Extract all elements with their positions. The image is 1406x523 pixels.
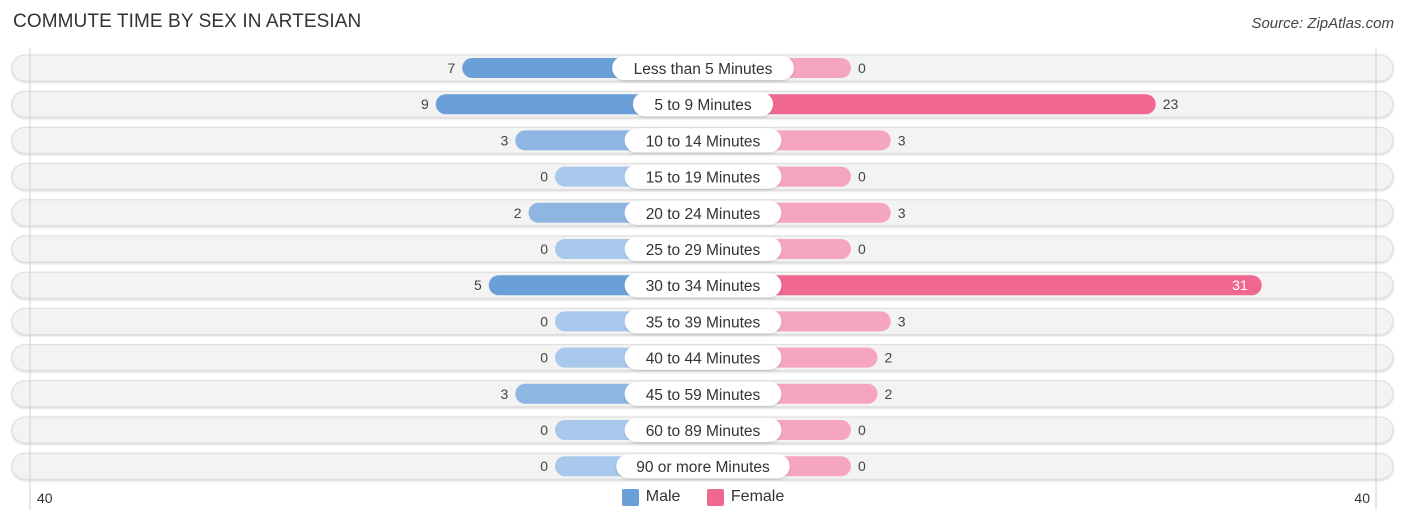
value-label-female: 0 bbox=[858, 241, 866, 257]
value-label-male: 0 bbox=[540, 422, 548, 438]
value-label-male: 5 bbox=[474, 277, 482, 293]
value-label-female: 2 bbox=[885, 350, 893, 366]
value-label-male: 3 bbox=[500, 386, 508, 402]
category-label: 60 to 89 Minutes bbox=[646, 423, 761, 440]
category-label: 90 or more Minutes bbox=[636, 459, 770, 476]
value-label-female: 2 bbox=[885, 386, 893, 402]
category-label: 40 to 44 Minutes bbox=[646, 351, 761, 368]
category-pill: 35 to 39 Minutes bbox=[624, 309, 782, 334]
category-pill: 5 to 9 Minutes bbox=[632, 92, 774, 117]
legend-swatch-male bbox=[621, 488, 639, 506]
legend-label-male: Male bbox=[645, 488, 681, 505]
value-label-male: 0 bbox=[540, 458, 548, 474]
value-label-male: 7 bbox=[447, 60, 455, 76]
category-pill: 45 to 59 Minutes bbox=[624, 381, 782, 406]
value-label-female: 0 bbox=[858, 169, 866, 185]
category-label: 20 to 24 Minutes bbox=[646, 206, 761, 223]
value-label-female: 3 bbox=[898, 313, 906, 329]
category-pill: 10 to 14 Minutes bbox=[624, 128, 782, 153]
value-label-female: 0 bbox=[858, 60, 866, 76]
legend-label-female: Female bbox=[730, 488, 785, 505]
value-label-female: 23 bbox=[1163, 96, 1179, 112]
category-pill: 90 or more Minutes bbox=[616, 454, 790, 479]
category-pill: Less than 5 Minutes bbox=[612, 56, 794, 80]
category-pill: 25 to 29 Minutes bbox=[624, 237, 782, 261]
category-label: 5 to 9 Minutes bbox=[654, 97, 752, 114]
category-label: 30 to 34 Minutes bbox=[646, 278, 761, 295]
category-label: 15 to 19 Minutes bbox=[646, 170, 761, 187]
value-label-male: 3 bbox=[500, 132, 508, 148]
category-pill: 20 to 24 Minutes bbox=[624, 200, 782, 225]
category-pill: 40 to 44 Minutes bbox=[624, 345, 782, 370]
value-label-male: 0 bbox=[540, 313, 548, 329]
value-label-male: 0 bbox=[540, 169, 548, 185]
legend-swatch-female bbox=[706, 488, 724, 506]
value-label-male: 9 bbox=[421, 96, 429, 112]
category-pill: 15 to 19 Minutes bbox=[624, 164, 782, 189]
value-label-female: 0 bbox=[858, 458, 866, 474]
value-label-male: 0 bbox=[540, 350, 548, 366]
category-label: 45 to 59 Minutes bbox=[646, 387, 761, 404]
legend: Male Female bbox=[0, 488, 1406, 511]
value-label-female: 0 bbox=[858, 422, 866, 438]
value-label-female: 3 bbox=[898, 132, 906, 148]
value-label-female: 31 bbox=[1232, 277, 1248, 293]
legend-item-male[interactable]: Male bbox=[621, 488, 681, 506]
value-label-female: 3 bbox=[898, 205, 906, 221]
chart-area: 7 0Less than 5 Minutes9 235 to 9 Minutes3 3… bbox=[11, 48, 1394, 510]
legend-item-female[interactable]: Female bbox=[706, 488, 785, 506]
category-label: 35 to 39 Minutes bbox=[646, 314, 761, 331]
value-label-male: 2 bbox=[514, 205, 522, 221]
category-label: 25 to 29 Minutes bbox=[646, 242, 761, 259]
category-label: 10 to 14 Minutes bbox=[646, 133, 761, 150]
category-pill: 60 to 89 Minutes bbox=[624, 418, 782, 442]
category-pill: 30 to 34 Minutes bbox=[624, 273, 782, 298]
bar-female bbox=[703, 275, 1262, 296]
category-label: Less than 5 Minutes bbox=[634, 61, 773, 78]
value-label-male: 0 bbox=[540, 241, 548, 257]
